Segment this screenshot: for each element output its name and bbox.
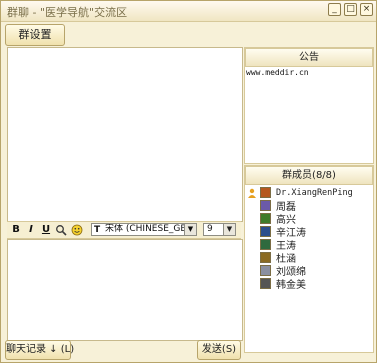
- chat-history-button[interactable]: 聊天记录 ↓ (L): [5, 340, 74, 360]
- status-icon: [247, 240, 257, 250]
- chevron-down-icon[interactable]: ▼: [223, 224, 235, 235]
- underline-button[interactable]: U: [40, 224, 52, 236]
- member-item[interactable]: 辛江涛: [247, 225, 371, 239]
- avatar: [260, 278, 271, 289]
- find-icon[interactable]: [55, 224, 67, 236]
- avatar: [260, 265, 271, 276]
- member-item[interactable]: 刘颂绵: [247, 264, 371, 278]
- top-toolbar: 群设置: [1, 22, 376, 46]
- emoticon-icon[interactable]: [71, 224, 83, 236]
- status-icon: [247, 227, 257, 237]
- member-name: Dr.XiangRenPing: [276, 187, 353, 198]
- font-size-value: 9: [207, 224, 213, 234]
- window-controls: _ □ ×: [328, 3, 373, 16]
- italic-button[interactable]: I: [25, 224, 37, 236]
- member-panel: 群成员(8/8) Dr.XiangRenPing 周磊 高兴 辛江涛 王涛 杜涵 刘颂绵韩金…: [244, 165, 374, 353]
- chevron-down-icon[interactable]: ▼: [184, 224, 196, 235]
- avatar: [260, 213, 271, 224]
- send-button[interactable]: 发送(S): [197, 340, 241, 360]
- bottom-bar: 聊天记录 ↓ (L) 发送(S): [1, 340, 376, 362]
- member-item[interactable]: 高兴: [247, 212, 371, 226]
- font-type-icon: T: [94, 225, 101, 235]
- font-size-select[interactable]: 9 ▼: [203, 223, 236, 236]
- window-title: 群聊 - "医学导航"交流区: [7, 6, 128, 19]
- member-name: 韩金美: [276, 280, 306, 291]
- avatar: [260, 252, 271, 263]
- status-icon: [247, 214, 257, 224]
- status-icon: [247, 266, 257, 276]
- group-settings-button[interactable]: 群设置: [5, 24, 65, 46]
- announcement-text: www.meddir.cn: [246, 68, 309, 77]
- member-item[interactable]: Dr.XiangRenPing: [247, 186, 371, 199]
- avatar: [260, 200, 271, 211]
- format-toolbar: B I U T 宋体 (CHINESE_GB23 ▼ 9 ▼: [7, 221, 241, 239]
- member-item[interactable]: 王涛: [247, 238, 371, 252]
- title-bar[interactable]: 群聊 - "医学导航"交流区 _ □ ×: [1, 1, 376, 22]
- maximize-button[interactable]: □: [344, 3, 357, 16]
- announcement-title: 公告: [245, 48, 373, 67]
- bold-button[interactable]: B: [10, 224, 22, 236]
- right-panel: 公告 www.meddir.cn 群成员(8/8) Dr.XiangRenPin…: [244, 47, 374, 353]
- status-icon: [247, 201, 257, 211]
- status-icon: [247, 253, 257, 263]
- member-list: Dr.XiangRenPing 周磊 高兴 辛江涛 王涛 杜涵 刘颂绵韩金美: [247, 186, 371, 291]
- owner-icon: [247, 188, 257, 198]
- minimize-button[interactable]: _: [328, 3, 341, 16]
- member-item[interactable]: 周磊: [247, 199, 371, 213]
- avatar: [260, 187, 271, 198]
- member-panel-title: 群成员(8/8): [245, 166, 373, 185]
- avatar: [260, 239, 271, 250]
- group-chat-window: 群聊 - "医学导航"交流区 _ □ × 群设置 B I U T 宋体 (CHI…: [0, 0, 377, 363]
- announcement-panel: 公告 www.meddir.cn: [244, 47, 374, 164]
- close-button[interactable]: ×: [360, 3, 373, 16]
- font-family-select[interactable]: T 宋体 (CHINESE_GB23 ▼: [91, 223, 197, 236]
- status-icon: [247, 279, 257, 289]
- member-item[interactable]: 韩金美: [247, 277, 371, 291]
- message-input-area[interactable]: [7, 239, 243, 341]
- member-item[interactable]: 杜涵: [247, 251, 371, 265]
- chat-history-area[interactable]: [7, 47, 243, 222]
- avatar: [260, 226, 271, 237]
